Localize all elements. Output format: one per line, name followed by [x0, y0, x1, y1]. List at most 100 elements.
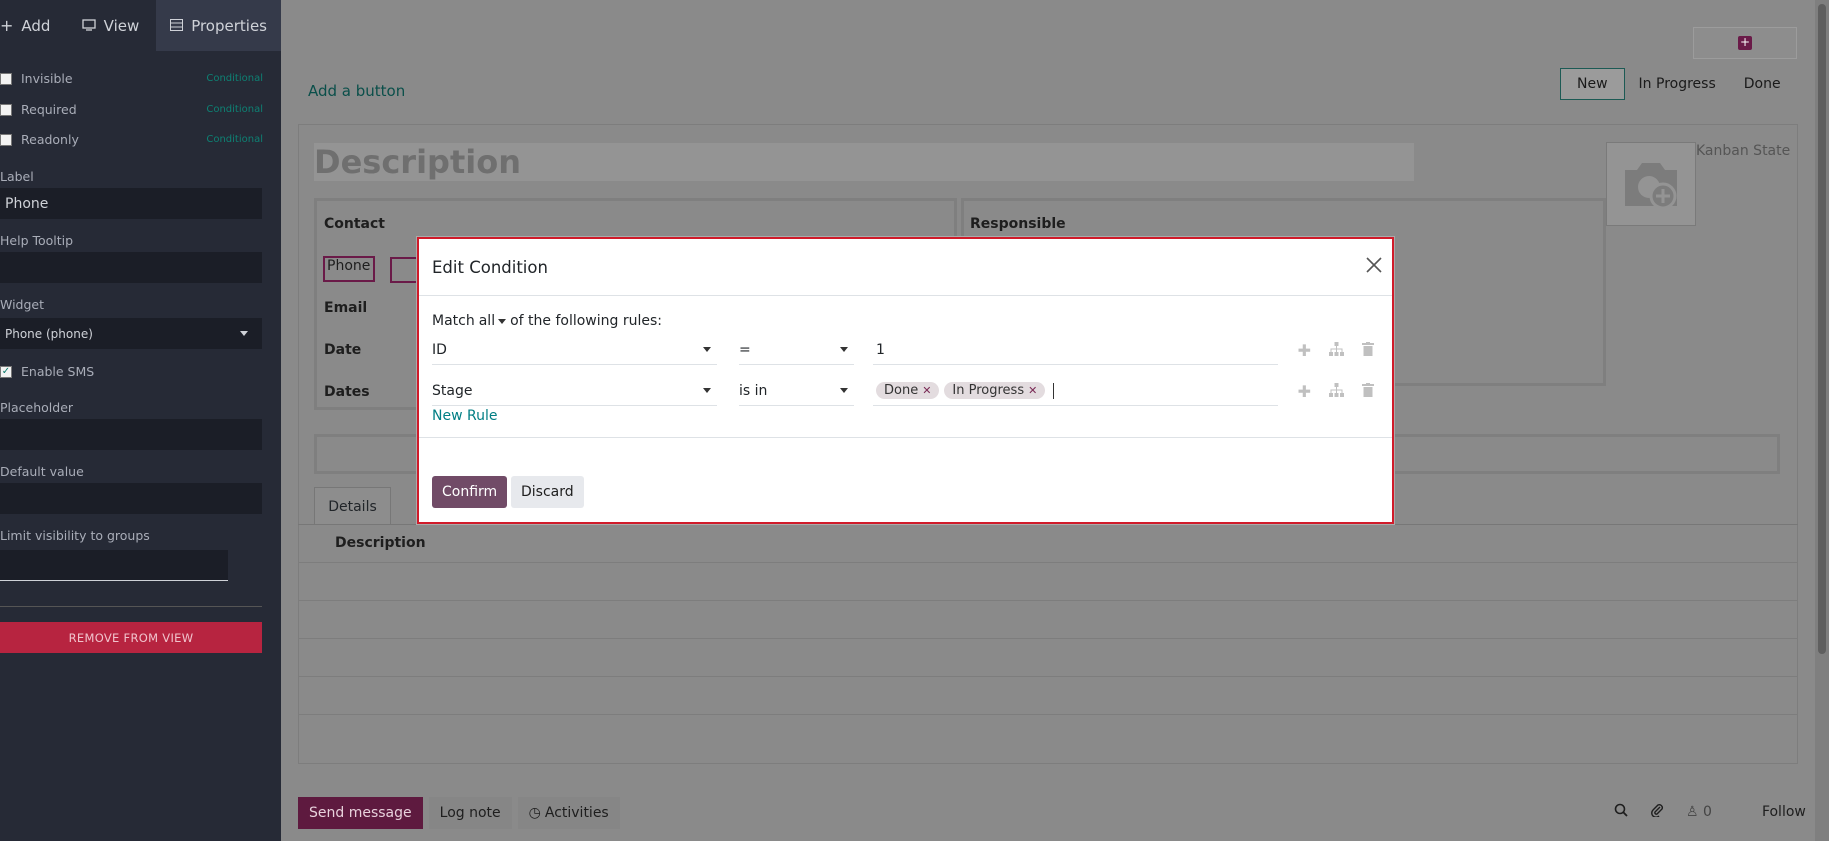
rule-operator-select[interactable]: =	[739, 335, 854, 365]
table-header-description: Description	[335, 535, 426, 551]
label-title: Label	[0, 169, 34, 184]
tag-label: Done	[884, 383, 919, 398]
add-a-button-link[interactable]: Add a button	[308, 82, 405, 100]
chevron-down-icon	[703, 347, 711, 352]
table-row	[298, 600, 1798, 601]
invisible-checkbox[interactable]	[0, 72, 12, 85]
tab-properties-label: Properties	[191, 16, 267, 35]
enable-sms-row: ✓ Enable SMS	[0, 364, 263, 379]
modal-header: Edit Condition	[419, 239, 1392, 296]
tab-add[interactable]: + Add	[0, 0, 65, 51]
tab-details[interactable]: Details	[314, 487, 391, 525]
trash-icon[interactable]	[1362, 382, 1374, 401]
label-input[interactable]: Phone	[0, 188, 262, 219]
list-icon	[170, 17, 184, 35]
stage-new[interactable]: New	[1560, 68, 1625, 100]
add-branch-icon[interactable]	[1329, 341, 1344, 360]
plus-square-icon: +	[1738, 35, 1752, 50]
image-field[interactable]	[1606, 142, 1696, 226]
modal-footer-divider	[419, 437, 1392, 438]
send-message-button[interactable]: Send message	[298, 797, 423, 829]
rule-field-select[interactable]: Stage	[432, 376, 717, 406]
default-value-input[interactable]	[0, 483, 262, 514]
confirm-button[interactable]: Confirm	[432, 476, 508, 508]
rule-tags-input[interactable]: Done ✕ In Progress ✕	[873, 376, 1278, 406]
discard-button[interactable]: Discard	[511, 476, 584, 508]
chatter-right-tools: ♙ 0 Follow	[1614, 803, 1806, 821]
remove-from-view-button[interactable]: REMOVE FROM VIEW	[0, 622, 262, 653]
paperclip-icon[interactable]	[1650, 803, 1664, 821]
add-branch-icon[interactable]	[1329, 382, 1344, 401]
rule-operator-value: is in	[739, 382, 768, 399]
camera-plus-icon	[1625, 163, 1677, 210]
scrollbar[interactable]	[1815, 0, 1829, 841]
rule-value-input[interactable]: 1	[873, 335, 1278, 365]
chevron-down-icon	[240, 331, 248, 336]
tab-properties[interactable]: Properties	[156, 0, 281, 51]
readonly-conditional-link[interactable]: Conditional	[206, 134, 263, 145]
phone-input-selected[interactable]	[390, 257, 418, 283]
rule-field-value: Stage	[432, 382, 473, 399]
phone-field-selected[interactable]: Phone	[323, 256, 375, 282]
stage-in-progress[interactable]: In Progress	[1625, 68, 1730, 100]
responsible-label: Responsible	[970, 216, 1066, 232]
scrollbar-thumb[interactable]	[1818, 4, 1826, 654]
chatter-toolbar: Send message Log note ◷ Activities	[298, 797, 620, 829]
limit-visibility-input[interactable]	[0, 550, 228, 581]
remove-tag-icon[interactable]: ✕	[1028, 384, 1037, 397]
enable-sms-label: Enable SMS	[21, 364, 95, 379]
phone-label: Phone	[327, 258, 371, 274]
sidebar-divider	[0, 606, 262, 607]
table-row	[298, 562, 1798, 563]
modal-body: Match all of the following rules: ID = 1…	[419, 297, 1392, 437]
search-icon[interactable]	[1614, 803, 1628, 821]
widget-select[interactable]: Phone (phone)	[0, 318, 262, 349]
follow-button[interactable]: Follow	[1762, 804, 1806, 820]
help-tooltip-title: Help Tooltip	[0, 233, 74, 248]
add-rule-icon[interactable]: ✚	[1298, 341, 1311, 360]
log-note-button[interactable]: Log note	[428, 797, 512, 829]
add-rule-icon[interactable]: ✚	[1298, 382, 1311, 401]
remove-tag-icon[interactable]: ✕	[922, 384, 931, 397]
description-title-input[interactable]: Description	[314, 143, 1414, 181]
rule-operator-value: =	[739, 341, 751, 358]
invisible-conditional-link[interactable]: Conditional	[206, 73, 263, 84]
new-rule-link[interactable]: New Rule	[432, 408, 497, 424]
table-row	[298, 714, 1798, 715]
rule-field-select[interactable]: ID	[432, 335, 717, 365]
widget-select-value: Phone (phone)	[5, 326, 93, 341]
trash-icon[interactable]	[1362, 341, 1374, 360]
text-cursor	[1053, 382, 1055, 399]
help-tooltip-input[interactable]	[0, 252, 262, 283]
rule-field-value: ID	[432, 341, 447, 358]
chevron-down-icon	[840, 347, 848, 352]
close-icon[interactable]	[1365, 256, 1383, 274]
match-mode-value: all	[478, 313, 496, 329]
match-mode-select[interactable]: all	[478, 313, 507, 329]
required-conditional-link[interactable]: Conditional	[206, 104, 263, 115]
plus-icon: +	[0, 16, 14, 35]
rule-value-text: 1	[876, 341, 885, 358]
required-checkbox[interactable]	[0, 103, 12, 116]
tab-divider	[298, 524, 1798, 525]
required-row: Required Conditional	[0, 102, 263, 117]
dates-label: Dates	[324, 384, 370, 400]
monitor-icon	[82, 17, 96, 35]
placeholder-title: Placeholder	[0, 400, 74, 415]
date-label: Date	[324, 342, 362, 358]
add-chatter-button[interactable]: +	[1693, 27, 1797, 59]
followers-count[interactable]: ♙ 0	[1686, 804, 1712, 820]
default-value-title: Default value	[0, 464, 84, 479]
status-bar: New In Progress Done	[1560, 68, 1795, 100]
activities-button[interactable]: ◷ Activities	[517, 797, 620, 829]
rule-operator-select[interactable]: is in	[739, 376, 854, 406]
tab-view[interactable]: View	[65, 0, 156, 51]
rule-actions: ✚	[1298, 335, 1382, 365]
readonly-checkbox[interactable]	[0, 133, 12, 146]
tab-view-label: View	[103, 16, 140, 35]
tag-in-progress: In Progress ✕	[944, 382, 1046, 399]
rule-row: ID = 1 ✚	[432, 335, 1382, 365]
enable-sms-checkbox[interactable]: ✓	[0, 365, 12, 378]
placeholder-input[interactable]	[0, 419, 262, 450]
stage-done[interactable]: Done	[1730, 68, 1795, 100]
